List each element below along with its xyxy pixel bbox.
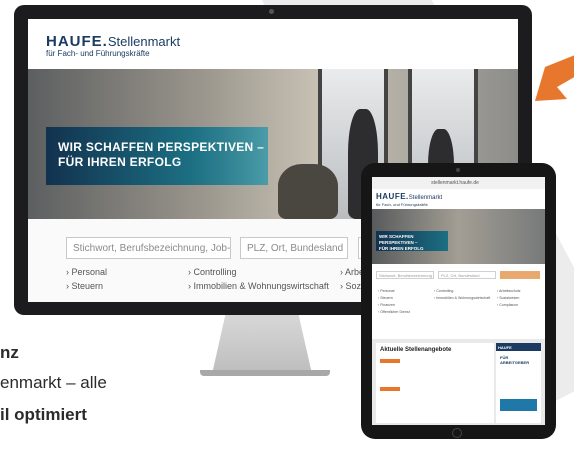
category-link[interactable]: › Immobilien & Wohnungswirtschaft	[188, 281, 329, 291]
category-link[interactable]: › Immobilien & Wohnungswirtschaft	[434, 296, 490, 300]
job-badge	[380, 359, 400, 363]
promo-emphasis-fragment: il optimiert	[0, 405, 87, 424]
hero-person	[278, 164, 338, 219]
imac-stand-foot	[200, 370, 330, 376]
category-link[interactable]: › Finanzen	[378, 303, 395, 307]
employer-sidebar: HAUFE FÜR ARBEITGEBER	[496, 343, 541, 423]
hero-image: WIR SCHAFFEN PERSPEKTIVEN – FÜR IHREN ER…	[372, 209, 545, 264]
hero-banner-line1: WIR SCHAFFEN PERSPEKTIVEN –	[58, 140, 265, 154]
hero-banner: WIR SCHAFFEN PERSPEKTIVEN – FÜR IHREN ER…	[46, 127, 268, 185]
browser-bar: stellenmarkt.haufe.de	[372, 177, 545, 189]
sidebar-text-line2: ARBEITGEBER	[500, 360, 530, 365]
hero-banner-line2: FÜR IHREN ERFOLG	[379, 246, 424, 251]
keyword-search-input[interactable]: Stichwort, Berufsbezeichnung	[376, 271, 434, 279]
jobs-section: Aktuelle Stellenangebote HAUFE FÜR ARBEI…	[372, 339, 545, 425]
hero-banner-text: WIR SCHAFFEN PERSPEKTIVEN – FÜR IHREN ER…	[379, 234, 448, 252]
camera-icon	[456, 168, 460, 172]
category-link[interactable]: › Personal	[378, 289, 394, 293]
category-link[interactable]: › Compliance	[497, 303, 518, 307]
job-badge	[380, 387, 400, 391]
location-search-input[interactable]: PLZ, Ort, Bundesland	[240, 237, 348, 259]
keyword-search-input[interactable]: Stichwort, Berufsbezeichnung, Job-ID	[66, 237, 231, 259]
arrow-down-left-icon	[535, 55, 574, 101]
category-link[interactable]: › Sozialwesen	[497, 296, 519, 300]
category-link[interactable]: › Personal	[66, 267, 107, 277]
logo-tagline: für Fach- und Führungskräfte	[376, 202, 428, 207]
jobs-panel: Aktuelle Stellenangebote	[376, 343, 494, 423]
camera-icon	[269, 9, 274, 14]
logo-brand: HAUFE.	[46, 33, 108, 50]
logo-product: Stellenmarkt	[408, 195, 443, 201]
logo-brand: HAUFE.	[376, 192, 409, 201]
imac-stand-neck	[212, 312, 312, 374]
home-button[interactable]	[452, 428, 462, 438]
category-link[interactable]: › Steuern	[66, 281, 103, 291]
ipad-tablet: stellenmarkt.haufe.de HAUFE.Stellenmarkt…	[361, 163, 556, 439]
hero-banner-text: WIR SCHAFFEN PERSPEKTIVEN – FÜR IHREN ER…	[58, 140, 264, 170]
category-link[interactable]: › Steuern	[378, 296, 393, 300]
category-link[interactable]: › Arbeitsschutz	[497, 289, 521, 293]
post-job-button[interactable]	[500, 399, 537, 411]
hero-banner: WIR SCHAFFEN PERSPEKTIVEN – FÜR IHREN ER…	[376, 231, 448, 251]
site-header: HAUFE.Stellenmarkt für Fach- und Führung…	[28, 19, 518, 69]
tablet-screen: stellenmarkt.haufe.de HAUFE.Stellenmarkt…	[372, 177, 545, 425]
category-link[interactable]: › Öffentlicher Dienst	[378, 310, 410, 314]
promo-heading-fragment: nz	[0, 343, 19, 362]
site-logo[interactable]: HAUFE.Stellenmarkt	[46, 33, 180, 50]
logo-tagline: für Fach- und Führungskräfte	[46, 49, 150, 58]
category-link[interactable]: › Controlling	[188, 267, 237, 277]
sidebar-header: HAUFE	[496, 343, 541, 351]
address-bar[interactable]: stellenmarkt.haufe.de	[420, 179, 490, 187]
category-link[interactable]: › Controlling	[434, 289, 453, 293]
location-search-input[interactable]: PLZ, Ort, Bundesland	[438, 271, 496, 279]
hero-banner-line2: FÜR IHREN ERFOLG	[58, 155, 182, 169]
sidebar-text: FÜR ARBEITGEBER	[500, 355, 529, 365]
logo-product: Stellenmarkt	[107, 34, 181, 49]
jobs-title: Aktuelle Stellenangebote	[380, 347, 452, 353]
promo-text-fragment: enmarkt – alle	[0, 373, 107, 392]
site-logo[interactable]: HAUFE.Stellenmarkt	[376, 192, 442, 201]
hero-banner-line1: WIR SCHAFFEN PERSPEKTIVEN –	[379, 234, 418, 245]
search-button[interactable]	[500, 271, 540, 279]
